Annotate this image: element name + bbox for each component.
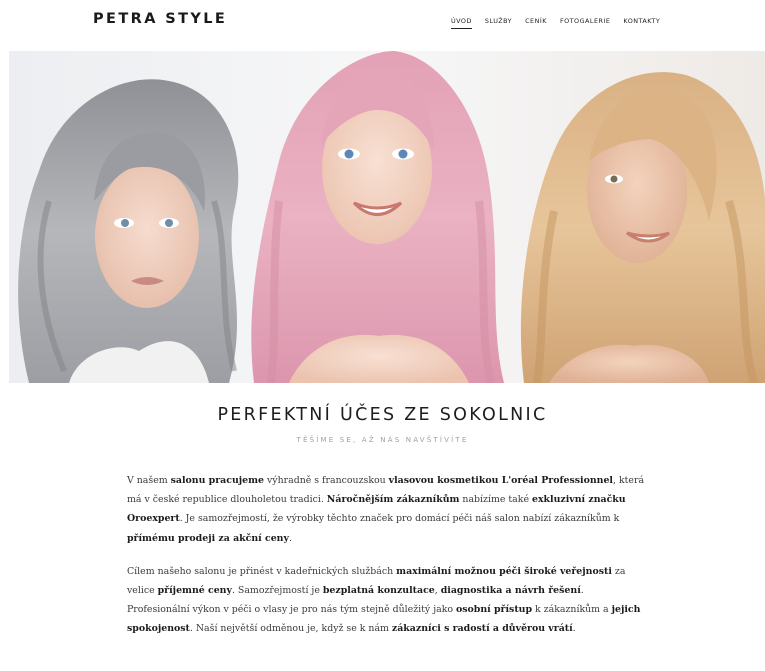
emphasis-text: Náročnějším zákazníkům xyxy=(326,494,460,506)
hero-banner xyxy=(9,51,765,383)
site-header: PETRA STYLE ÚVOD SLUŽBY CENÍK FOTOGALERI… xyxy=(0,0,765,48)
nav-item-cenik[interactable]: CENÍK xyxy=(525,17,547,29)
paragraph-text: . Naší největší odměnou je, když se k ná… xyxy=(189,623,392,635)
page-subheadline: TĚŠÍME SE, AŽ NÁS NAVŠTÍVÍTE xyxy=(296,436,469,444)
paragraph-text: k zákazníkům a xyxy=(532,604,612,616)
paragraph-text: . xyxy=(572,623,576,635)
paragraph-text: . Samozřejmostí je xyxy=(231,585,323,597)
intro-paragraph-1: V našem salonu pracujeme výhradně s fran… xyxy=(127,471,647,548)
hero-image xyxy=(9,51,765,383)
paragraph-text: V našem xyxy=(127,475,171,486)
paragraph-text: . Je samozřejmostí, že výrobky těchto zn… xyxy=(179,513,620,525)
nav-item-uvod[interactable]: ÚVOD xyxy=(451,17,472,29)
intro-text: V našem salonu pracujeme výhradně s fran… xyxy=(127,471,647,653)
paragraph-text: nabízíme také xyxy=(459,494,532,506)
emphasis-text: salonu pracujeme xyxy=(170,475,265,486)
paragraph-text: výhradně s francouzskou xyxy=(264,475,389,486)
main-nav: ÚVOD SLUŽBY CENÍK FOTOGALERIE KONTAKTY xyxy=(451,17,673,29)
nav-item-kontakty[interactable]: KONTAKTY xyxy=(623,17,660,29)
paragraph-text: . xyxy=(288,532,292,544)
emphasis-text: přímému prodeji za akční ceny xyxy=(127,532,289,544)
intro-paragraph-2: Cílem našeho salonu je přinést v kadeřni… xyxy=(127,562,647,639)
site-logo[interactable]: PETRA STYLE xyxy=(93,11,227,27)
emphasis-text: vlasovou kosmetikou L'oréal Professionne… xyxy=(388,475,613,486)
emphasis-text: diagnostika a návrh řešení xyxy=(440,585,581,597)
page-headline: PERFEKTNÍ ÚČES ZE SOKOLNIC xyxy=(217,405,548,425)
emphasis-text: příjemné ceny xyxy=(157,585,232,597)
paragraph-text: Cílem našeho salonu je přinést v kadeřni… xyxy=(127,565,397,577)
nav-item-fotogalerie[interactable]: FOTOGALERIE xyxy=(560,17,610,29)
nav-item-sluzby[interactable]: SLUŽBY xyxy=(485,17,512,29)
emphasis-text: maximální možnou péči široké veřejnosti xyxy=(396,565,612,577)
emphasis-text: osobní přístup xyxy=(456,604,533,616)
emphasis-text: bezplatná konzultace xyxy=(322,585,435,597)
emphasis-text: zákazníci s radostí a důvěrou vrátí xyxy=(391,623,573,635)
